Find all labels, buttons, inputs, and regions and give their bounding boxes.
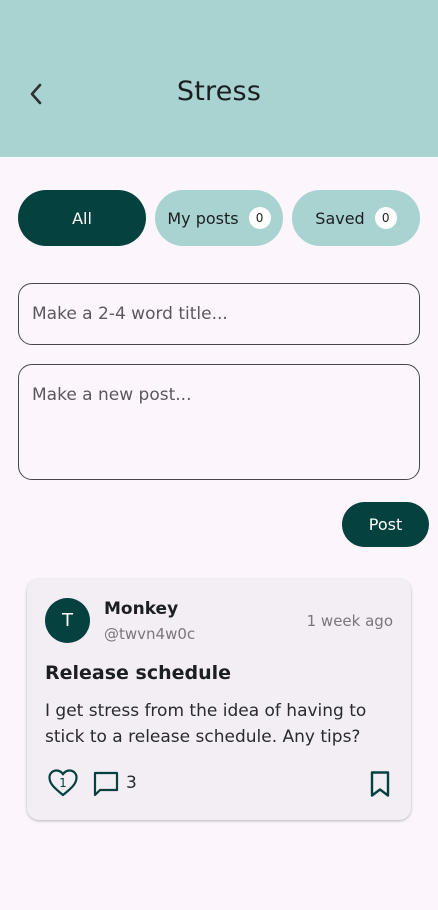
like-count: 1	[59, 775, 67, 790]
filter-tabs: All My posts 0 Saved 0	[18, 190, 420, 246]
tab-saved[interactable]: Saved 0	[292, 190, 420, 246]
my-posts-count-badge: 0	[248, 207, 271, 229]
post-body-placeholder: Make a new post...	[32, 385, 192, 405]
tab-all-label: All	[72, 208, 92, 228]
post-title-input[interactable]: Make a 2-4 word title...	[18, 283, 420, 345]
post-timestamp: 1 week ago	[306, 612, 393, 630]
app-header: Stress	[0, 0, 438, 157]
comment-count: 3	[126, 773, 137, 793]
post-title: Release schedule	[45, 662, 232, 684]
post-card[interactable]: T Monkey @twvn4w0c 1 week ago Release sc…	[27, 579, 411, 820]
avatar: T	[45, 598, 90, 643]
post-button[interactable]: Post	[342, 502, 429, 547]
tab-my-posts-label: My posts	[167, 208, 239, 228]
like-button[interactable]: 1	[47, 768, 79, 798]
saved-count-badge: 0	[374, 207, 397, 229]
bookmark-icon	[370, 771, 390, 797]
page-title: Stress	[176, 76, 262, 107]
post-title-placeholder: Make a 2-4 word title...	[32, 304, 228, 324]
tab-saved-label: Saved	[315, 208, 365, 228]
post-body-input[interactable]: Make a new post...	[18, 364, 420, 480]
bookmark-button[interactable]	[369, 770, 391, 798]
tab-all[interactable]: All	[18, 190, 146, 246]
author-name: Monkey	[104, 599, 179, 619]
comment-icon	[93, 771, 119, 797]
author-handle: @twvn4w0c	[104, 625, 196, 643]
tab-my-posts[interactable]: My posts 0	[155, 190, 283, 246]
post-body: I get stress from the idea of having to …	[45, 701, 367, 747]
comment-button[interactable]	[91, 769, 121, 799]
